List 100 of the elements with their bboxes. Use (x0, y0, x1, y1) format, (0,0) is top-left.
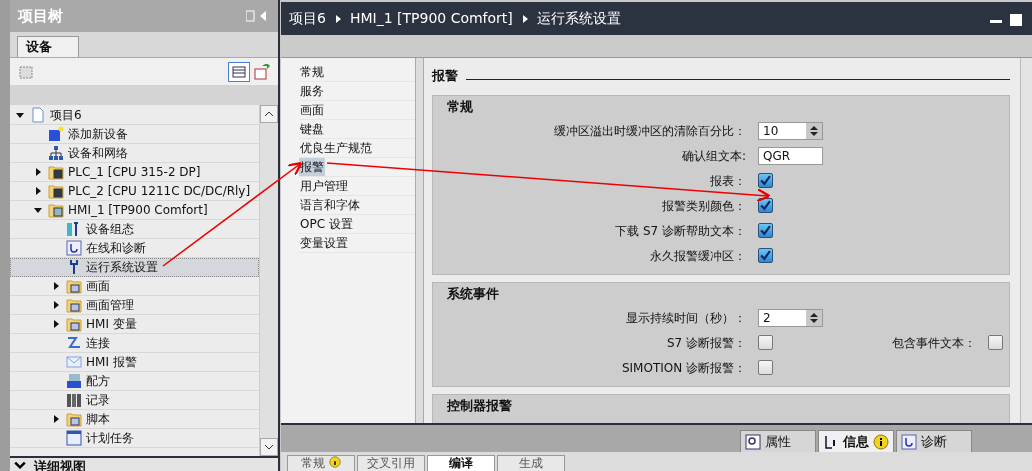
tab[interactable]: 生成 (497, 455, 565, 471)
field-label: 包含事件文本： (891, 334, 977, 352)
nav-item[interactable]: 常规 (299, 63, 325, 81)
field-label: 显示持续时间（秒）： (625, 309, 747, 327)
nav-item[interactable]: 变量设置 (299, 234, 349, 252)
breadcrumb-item[interactable]: 项目6 (289, 8, 326, 29)
checkbox[interactable] (758, 360, 773, 375)
list-view-icon[interactable] (228, 61, 250, 82)
envelope-icon (66, 354, 82, 370)
folder-icon (66, 411, 82, 427)
nav-item[interactable]: OPC 设置 (299, 215, 354, 233)
diagnostics-icon (901, 433, 917, 450)
tree-item[interactable]: 连接 (10, 334, 259, 353)
tab[interactable]: 设备 (17, 36, 79, 57)
nav-item[interactable]: 语言和字体 (299, 196, 361, 214)
expand-icon[interactable] (52, 282, 60, 290)
diagnostics-icon (66, 240, 82, 256)
checkmark-icon (760, 250, 771, 261)
tree-item[interactable]: HMI_1 [TP900 Comfort] (10, 201, 259, 220)
tree-item[interactable]: 画面 (10, 277, 259, 296)
scroll-down-icon[interactable] (265, 443, 273, 451)
calendar-icon (66, 430, 82, 446)
field-label: 下载 S7 诊断帮助文本： (614, 222, 747, 240)
scroll-up-icon[interactable] (265, 110, 273, 118)
field-label: 永久报警缓冲区： (649, 247, 747, 265)
folder-icon (66, 278, 82, 294)
collapse-icon[interactable] (16, 111, 24, 119)
collapse-icon[interactable] (34, 206, 42, 214)
tree-item[interactable]: 脚本 (10, 410, 259, 429)
nav-item[interactable]: 报警 (299, 158, 325, 176)
expand-icon[interactable] (34, 187, 42, 195)
chevron-right-icon (333, 14, 342, 23)
recipe-icon (66, 373, 82, 389)
spinner-arrows-icon[interactable] (810, 124, 818, 137)
breadcrumb-item[interactable]: HMI_1 [TP900 Comfort] (349, 8, 513, 29)
tree-item[interactable]: 设备和网络 (10, 144, 259, 163)
scrollbar[interactable] (260, 105, 278, 456)
expand-icon[interactable] (52, 415, 60, 423)
expand-icon[interactable] (52, 320, 60, 328)
tab[interactable]: 交叉引用 (357, 455, 425, 471)
group-title: 常规 (446, 98, 474, 116)
tree-item[interactable]: HMI 报警 (10, 353, 259, 372)
tree-item[interactable]: PLC_1 [CPU 315-2 DP] (10, 163, 259, 182)
tree-item[interactable]: 添加新设备 (10, 125, 259, 144)
window-controls-icon[interactable] (990, 13, 1024, 24)
section-heading: 报警 (432, 67, 458, 86)
checkbox[interactable] (758, 335, 773, 350)
tab[interactable]: 常规 (287, 455, 355, 471)
number-field[interactable]: 2 (758, 308, 823, 327)
magnifier-icon (745, 433, 761, 450)
checkmark-icon (760, 200, 771, 211)
tree-item[interactable]: 项目6 (10, 106, 259, 125)
tab[interactable]: 编译 (427, 455, 495, 471)
checkbox[interactable] (758, 223, 773, 238)
field-label: 报表： (709, 172, 747, 190)
expand-icon[interactable] (52, 301, 60, 309)
nav-item[interactable]: 优良生产规范 (299, 139, 373, 157)
tree-item[interactable]: 记录 (10, 391, 259, 410)
number-field[interactable]: 10 (758, 121, 823, 140)
checkbox[interactable] (758, 173, 773, 188)
expand-icon[interactable] (34, 168, 42, 176)
nav-item[interactable]: 服务 (299, 82, 325, 100)
checkbox[interactable] (758, 248, 773, 263)
network-icon (48, 145, 64, 161)
nav-item[interactable]: 用户管理 (299, 177, 349, 195)
folder-icon (66, 297, 82, 313)
field-label: SIMOTION 诊断报警： (620, 359, 747, 377)
inspector-tab[interactable]: 信息 (818, 430, 894, 452)
tree-item[interactable]: HMI 变量 (10, 315, 259, 334)
device-folder-icon (48, 183, 64, 199)
tree-item[interactable]: 设备组态 (10, 220, 259, 239)
tree-item[interactable]: PLC_2 [CPU 1211C DC/DC/Rly] (10, 182, 259, 201)
checkmark-icon (760, 225, 771, 236)
field-label: 确认组文本: (680, 147, 747, 165)
checkbox[interactable] (758, 198, 773, 213)
device-folder-icon (48, 202, 64, 218)
inspector-tab[interactable]: 属性 (740, 430, 816, 452)
tree-item[interactable]: 画面管理 (10, 296, 259, 315)
field-label: S7 诊断报警： (665, 334, 747, 352)
field-label: 缓冲区溢出时缓冲区的清除百分比： (553, 122, 747, 140)
table-export-icon[interactable] (254, 63, 270, 80)
panel-title: 项目树 (18, 5, 63, 27)
scrollbar[interactable] (1020, 58, 1032, 423)
nav-item[interactable]: 画面 (299, 101, 325, 119)
group-title: 控制器报警 (446, 397, 513, 415)
folder-icon (66, 316, 82, 332)
nav-item[interactable]: 键盘 (299, 120, 325, 138)
chevron-right-icon (520, 14, 529, 23)
checkbox[interactable] (988, 335, 1003, 350)
checkmark-icon (760, 175, 771, 186)
inspector-tab[interactable]: 诊断 (896, 430, 972, 452)
tree-item[interactable]: 配方 (10, 372, 259, 391)
spinner-arrows-icon[interactable] (810, 311, 818, 324)
new-device-icon (48, 126, 64, 142)
field-label: 报警类别颜色： (661, 197, 747, 215)
text-field[interactable]: QGR (758, 146, 823, 165)
tree-item[interactable]: 运行系统设置 (10, 258, 259, 277)
connection-icon (66, 335, 82, 351)
breadcrumb-item[interactable]: 运行系统设置 (536, 8, 621, 29)
tree-item[interactable]: 计划任务 (10, 429, 259, 448)
